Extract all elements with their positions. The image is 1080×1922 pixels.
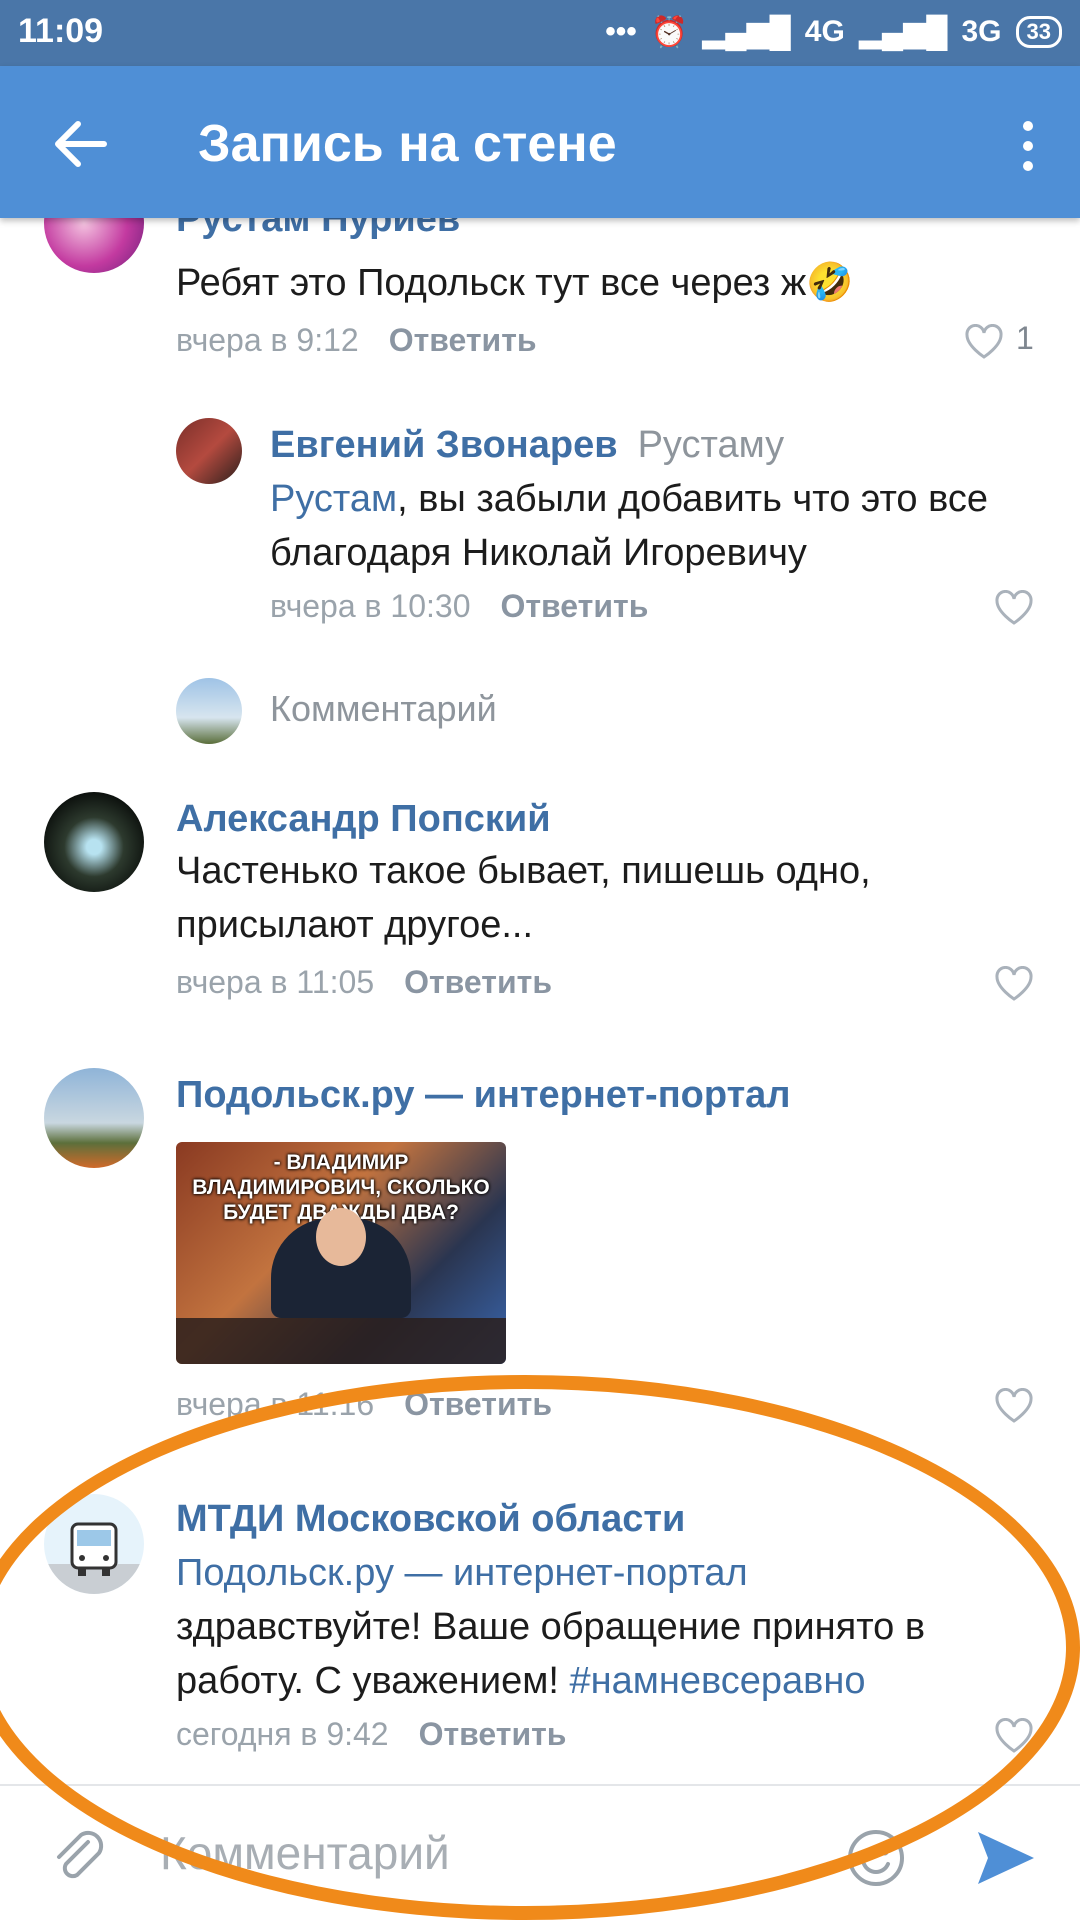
comment-author[interactable]: Подольск.ру — интернет-портал [176, 1074, 790, 1117]
comment-text: Подольск.ру — интернет-портал здравствуй… [176, 1552, 926, 1702]
comment-meta: вчера в 10:30 Ответить [270, 588, 648, 625]
comment-author[interactable]: МТДИ Московской области [176, 1498, 685, 1541]
mention-link[interactable]: Подольск.ру — интернет-портал [176, 1552, 748, 1594]
own-avatar [176, 678, 242, 744]
comment-time: сегодня в 9:42 [176, 1716, 389, 1752]
comment-author[interactable]: Рустам Нуриев [176, 218, 460, 241]
like-count: 1 [1016, 320, 1034, 356]
heart-icon[interactable] [994, 966, 1034, 1002]
status-time: 11:09 [18, 12, 104, 50]
comment-author[interactable]: Евгений Звонарев Рустаму [270, 424, 784, 467]
status-icons: ••• ⏰ ▂▄▆█ 4G ▂▄▆█ 3G 33 [605, 12, 1062, 52]
comment-text: Частенько такое бывает, пишешь одно, при… [176, 850, 871, 946]
avatar[interactable] [44, 1494, 144, 1594]
comment-meta: вчера в 9:12 Ответить [176, 322, 537, 359]
comment-input[interactable]: Комментарий [160, 1826, 450, 1880]
comment-meta: вчера в 11:05 Ответить [176, 964, 552, 1001]
heart-icon[interactable] [994, 1718, 1034, 1754]
comments-feed[interactable]: Рустам Нуриев Ребят это Подольск тут все… [0, 218, 1080, 1784]
bus-icon [44, 1522, 144, 1594]
back-arrow-icon[interactable] [48, 112, 112, 176]
reply-to-label: Рустаму [637, 424, 785, 466]
mention-link[interactable]: Рустам [270, 478, 397, 520]
comment-text: Рустам, вы забыли добавить что это все б… [270, 478, 989, 574]
attached-image[interactable]: - ВЛАДИМИР ВЛАДИМИРОВИЧ, СКОЛЬКО БУДЕТ Д… [176, 1142, 506, 1364]
more-vertical-icon[interactable] [1016, 118, 1040, 174]
comment-meta: сегодня в 9:42 Ответить [176, 1716, 566, 1753]
avatar[interactable] [176, 418, 242, 484]
comment-time: вчера в 9:12 [176, 322, 359, 358]
status-bar: 11:09 ••• ⏰ ▂▄▆█ 4G ▂▄▆█ 3G 33 [0, 0, 1080, 66]
reply-button[interactable]: Ответить [404, 1386, 552, 1422]
send-icon[interactable] [974, 1828, 1038, 1888]
page-title: Запись на стене [198, 115, 617, 173]
reply-button[interactable]: Ответить [500, 588, 648, 624]
avatar[interactable] [44, 1068, 144, 1168]
reply-button[interactable]: Ответить [389, 322, 537, 358]
comment-meta: вчера в 11:16 Ответить [176, 1386, 552, 1423]
reply-button[interactable]: Ответить [404, 964, 552, 1000]
network-4g-label: 4G [804, 15, 845, 48]
signal-icon-2: ▂▄▆█ [858, 15, 948, 49]
attach-icon[interactable] [48, 1828, 108, 1888]
more-dots-icon: ••• [605, 15, 637, 48]
network-3g-label: 3G [961, 15, 1002, 48]
thread-reply-input[interactable]: Комментарий [270, 688, 497, 730]
heart-icon[interactable] [964, 324, 1004, 360]
battery-icon: 33 [1015, 16, 1062, 48]
comment-time: вчера в 10:30 [270, 588, 471, 624]
comment-author[interactable]: Александр Попский [176, 798, 551, 841]
heart-icon[interactable] [994, 1388, 1034, 1424]
avatar[interactable] [44, 218, 144, 273]
app-bar: Запись на стене [0, 66, 1080, 218]
comment-time: вчера в 11:16 [176, 1386, 375, 1422]
comment-text: Ребят это Подольск тут все через ж🤣 [176, 262, 854, 304]
heart-icon[interactable] [994, 590, 1034, 626]
comment-time: вчера в 11:05 [176, 964, 375, 1000]
avatar[interactable] [44, 792, 144, 892]
emoji-icon[interactable] [846, 1828, 906, 1888]
comment-composer: Комментарий [0, 1784, 1080, 1922]
hashtag-link[interactable]: #намневсеравно [570, 1660, 866, 1702]
alarm-off-icon: ⏰ [650, 15, 689, 49]
signal-icon: ▂▄▆█ [702, 15, 791, 49]
reply-button[interactable]: Ответить [419, 1716, 567, 1752]
